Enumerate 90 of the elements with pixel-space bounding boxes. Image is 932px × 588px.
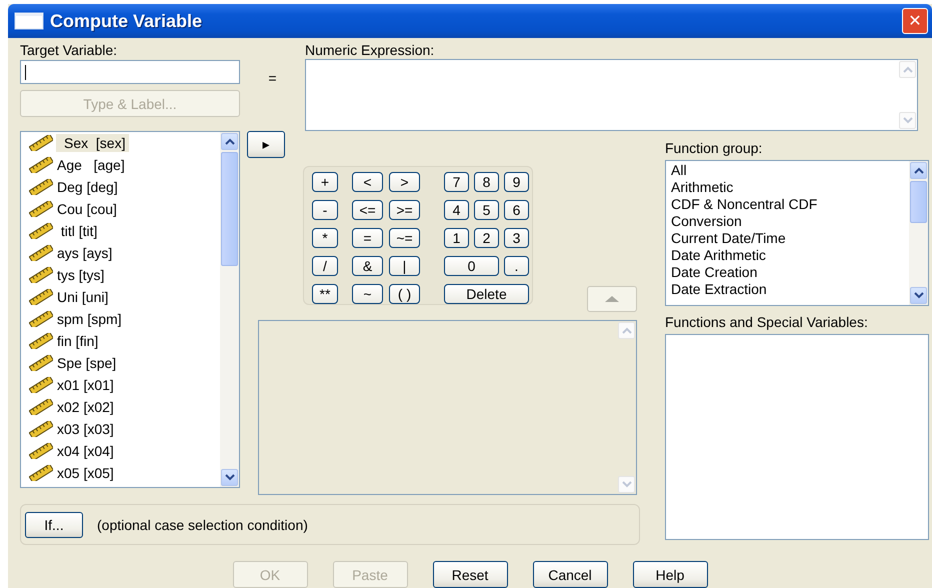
target-variable-field[interactable] — [20, 60, 240, 84]
variable-label: fin [fin] — [56, 332, 100, 350]
variable-label: x03 [x03] — [56, 420, 115, 438]
keypad-key[interactable]: ~= — [389, 228, 420, 248]
move-button[interactable]: ▸ — [247, 131, 285, 158]
keypad-key[interactable]: - — [312, 200, 338, 220]
keypad-key[interactable]: 9 — [504, 172, 529, 192]
variable-label: Uni [uni] — [56, 288, 110, 306]
variable-item[interactable]: x05 [x05] — [21, 462, 130, 484]
keypad-key[interactable]: 1 — [444, 228, 469, 248]
keypad-key[interactable]: 4 — [444, 200, 469, 220]
variable-label: tys [tys] — [56, 266, 106, 284]
variable-label: Cou [cou] — [56, 200, 118, 218]
variable-item[interactable]: Sex [sex] — [21, 132, 130, 154]
scroll-down-icon[interactable] — [910, 287, 927, 304]
numeric-expression-label: Numeric Expression: — [305, 42, 436, 58]
keypad-key[interactable]: 2 — [474, 228, 499, 248]
ruler-icon — [29, 135, 53, 151]
variable-label: Age [age] — [56, 156, 126, 174]
variable-item[interactable]: x03 [x03] — [21, 418, 130, 440]
variable-item[interactable]: titl [tit] — [21, 220, 130, 242]
window-icon — [14, 12, 44, 30]
dialog-button[interactable]: Cancel — [532, 561, 608, 588]
variable-label: Spe [spe] — [56, 354, 118, 372]
variable-label: Deg [deg] — [56, 178, 119, 196]
dialog-button[interactable]: Reset — [432, 561, 508, 588]
variable-item[interactable]: Age [age] — [21, 154, 130, 176]
scroll-up-icon[interactable] — [221, 133, 238, 150]
target-variable-label: Target Variable: — [20, 42, 118, 58]
keypad-key[interactable]: + — [312, 172, 338, 192]
keypad-key[interactable]: <= — [352, 200, 383, 220]
keypad-key[interactable]: 7 — [444, 172, 469, 192]
variable-item[interactable]: Uni [uni] — [21, 286, 130, 308]
keypad-key[interactable]: ~ — [352, 284, 383, 304]
functions-label: Functions and Special Variables: — [665, 314, 869, 330]
keypad-key[interactable]: & — [352, 256, 383, 276]
variable-label: x01 [x01] — [56, 376, 115, 394]
variable-item[interactable]: x02 [x02] — [21, 396, 130, 418]
variable-item[interactable]: Deg [deg] — [21, 176, 130, 198]
variable-item[interactable]: x01 [x01] — [21, 374, 130, 396]
variable-label: titl [tit] — [60, 222, 98, 240]
variable-label: spm [spm] — [56, 310, 123, 328]
scroll-thumb[interactable] — [221, 152, 238, 266]
keypad-key[interactable]: ( ) — [389, 284, 420, 304]
function-group-item[interactable]: Arithmetic — [671, 179, 818, 196]
function-group-label: Function group: — [665, 140, 764, 156]
variable-item[interactable]: spm [spm] — [21, 308, 130, 330]
up-arrow-icon — [604, 295, 620, 303]
variable-label: ays [ays] — [56, 244, 114, 262]
variable-item[interactable]: x04 [x04] — [21, 440, 130, 462]
function-group-item[interactable]: All — [671, 162, 818, 179]
keypad-key[interactable]: / — [312, 256, 338, 276]
variable-item[interactable]: tys [tys] — [21, 264, 130, 286]
keypad-key[interactable]: > — [389, 172, 420, 192]
variable-label: x04 [x04] — [56, 442, 115, 460]
if-condition-text: (optional case selection condition) — [97, 516, 308, 532]
variable-item[interactable]: Cou [cou] — [21, 198, 130, 220]
keypad-key[interactable]: Delete — [444, 284, 529, 304]
function-group-item[interactable]: Date Creation — [671, 264, 818, 281]
keypad-key[interactable]: ** — [312, 284, 338, 304]
keypad-key[interactable]: 0 — [444, 256, 499, 276]
equals-sign: = — [268, 70, 277, 88]
scroll-thumb[interactable] — [910, 181, 927, 223]
keypad-key[interactable]: 5 — [474, 200, 499, 220]
keypad-key[interactable]: 3 — [504, 228, 529, 248]
keypad-key[interactable]: 6 — [504, 200, 529, 220]
keypad-key[interactable]: 8 — [474, 172, 499, 192]
keypad-key[interactable]: >= — [389, 200, 420, 220]
variable-item[interactable]: fin [fin] — [21, 330, 130, 352]
function-group-item[interactable]: Conversion — [671, 213, 818, 230]
dialog-button[interactable]: Help — [632, 561, 708, 588]
keypad-key[interactable]: | — [389, 256, 420, 276]
variable-label: x02 [x02] — [56, 398, 115, 416]
variable-item[interactable]: ays [ays] — [21, 242, 130, 264]
close-button[interactable]: ✕ — [902, 8, 928, 34]
if-button[interactable]: If... — [25, 512, 83, 538]
variable-label: x05 [x05] — [56, 464, 115, 482]
window-title: Compute Variable — [50, 10, 204, 32]
variable-item[interactable]: Spe [spe] — [21, 352, 130, 374]
keypad-key[interactable]: = — [352, 228, 383, 248]
scroll-down-icon[interactable] — [221, 469, 238, 486]
function-group-item[interactable]: CDF & Noncentral CDF — [671, 196, 818, 213]
keypad-key[interactable]: * — [312, 228, 338, 248]
keypad-key[interactable]: < — [352, 172, 383, 192]
scroll-up-icon[interactable] — [910, 162, 927, 179]
function-group-item[interactable]: Date Arithmetic — [671, 247, 818, 264]
function-group-item[interactable]: Date Extraction — [671, 281, 818, 298]
keypad-key[interactable]: . — [504, 256, 529, 276]
function-group-item[interactable]: Current Date/Time — [671, 230, 818, 247]
variable-label: Sex [sex] — [56, 134, 130, 152]
